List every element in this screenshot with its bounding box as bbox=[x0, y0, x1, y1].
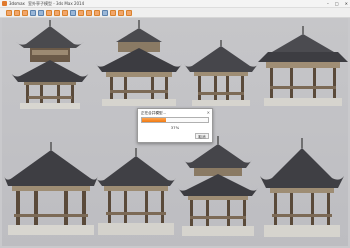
pavilion-model-2[interactable] bbox=[96, 20, 182, 112]
align-icon[interactable] bbox=[118, 9, 124, 16]
mirror-icon[interactable] bbox=[110, 9, 116, 16]
snap-icon[interactable] bbox=[102, 9, 108, 16]
redo-icon[interactable] bbox=[38, 9, 44, 16]
close-button[interactable]: ✕ bbox=[345, 1, 348, 6]
app-logo-icon bbox=[2, 1, 7, 6]
scale-icon[interactable] bbox=[94, 9, 100, 16]
pavilion-model-8[interactable] bbox=[260, 138, 344, 242]
pavilion-model-7[interactable] bbox=[176, 136, 260, 242]
progress-bar bbox=[141, 117, 209, 123]
new-icon[interactable] bbox=[6, 9, 12, 16]
cancel-button[interactable]: 取消 bbox=[195, 133, 209, 139]
link-icon[interactable] bbox=[46, 9, 52, 16]
app-name: 3dsmax bbox=[9, 1, 25, 6]
move-icon[interactable] bbox=[78, 9, 84, 16]
window-controls: – □ ✕ bbox=[327, 1, 348, 6]
dialog-close-icon[interactable]: ✕ bbox=[207, 110, 210, 115]
bind-icon[interactable] bbox=[62, 9, 68, 16]
pavilion-model-4[interactable] bbox=[258, 26, 348, 110]
unlink-icon[interactable] bbox=[54, 9, 60, 16]
progress-percent: 37% bbox=[170, 125, 180, 130]
save-icon[interactable] bbox=[22, 9, 28, 16]
pavilion-model-5[interactable] bbox=[4, 142, 98, 242]
open-icon[interactable] bbox=[14, 9, 20, 16]
maximize-button[interactable]: □ bbox=[335, 1, 339, 6]
progress-dialog: 正在合并模型... ✕ 37% 取消 bbox=[137, 108, 213, 143]
render-icon[interactable] bbox=[126, 9, 132, 16]
undo-icon[interactable] bbox=[30, 9, 36, 16]
pavilion-model-1[interactable] bbox=[10, 20, 90, 112]
main-toolbar bbox=[0, 8, 350, 18]
title-bar: 3dsmax 室外亭子模型 - 3ds Max 2014 – □ ✕ bbox=[0, 0, 350, 8]
progress-fill bbox=[142, 118, 167, 122]
select-icon[interactable] bbox=[70, 9, 76, 16]
pavilion-model-3[interactable] bbox=[184, 40, 258, 110]
dialog-title: 正在合并模型... bbox=[141, 111, 166, 115]
pavilion-model-6[interactable] bbox=[96, 148, 176, 242]
minimize-button[interactable]: – bbox=[327, 1, 329, 6]
rotate-icon[interactable] bbox=[86, 9, 92, 16]
window-title: 室外亭子模型 - 3ds Max 2014 bbox=[28, 1, 85, 6]
